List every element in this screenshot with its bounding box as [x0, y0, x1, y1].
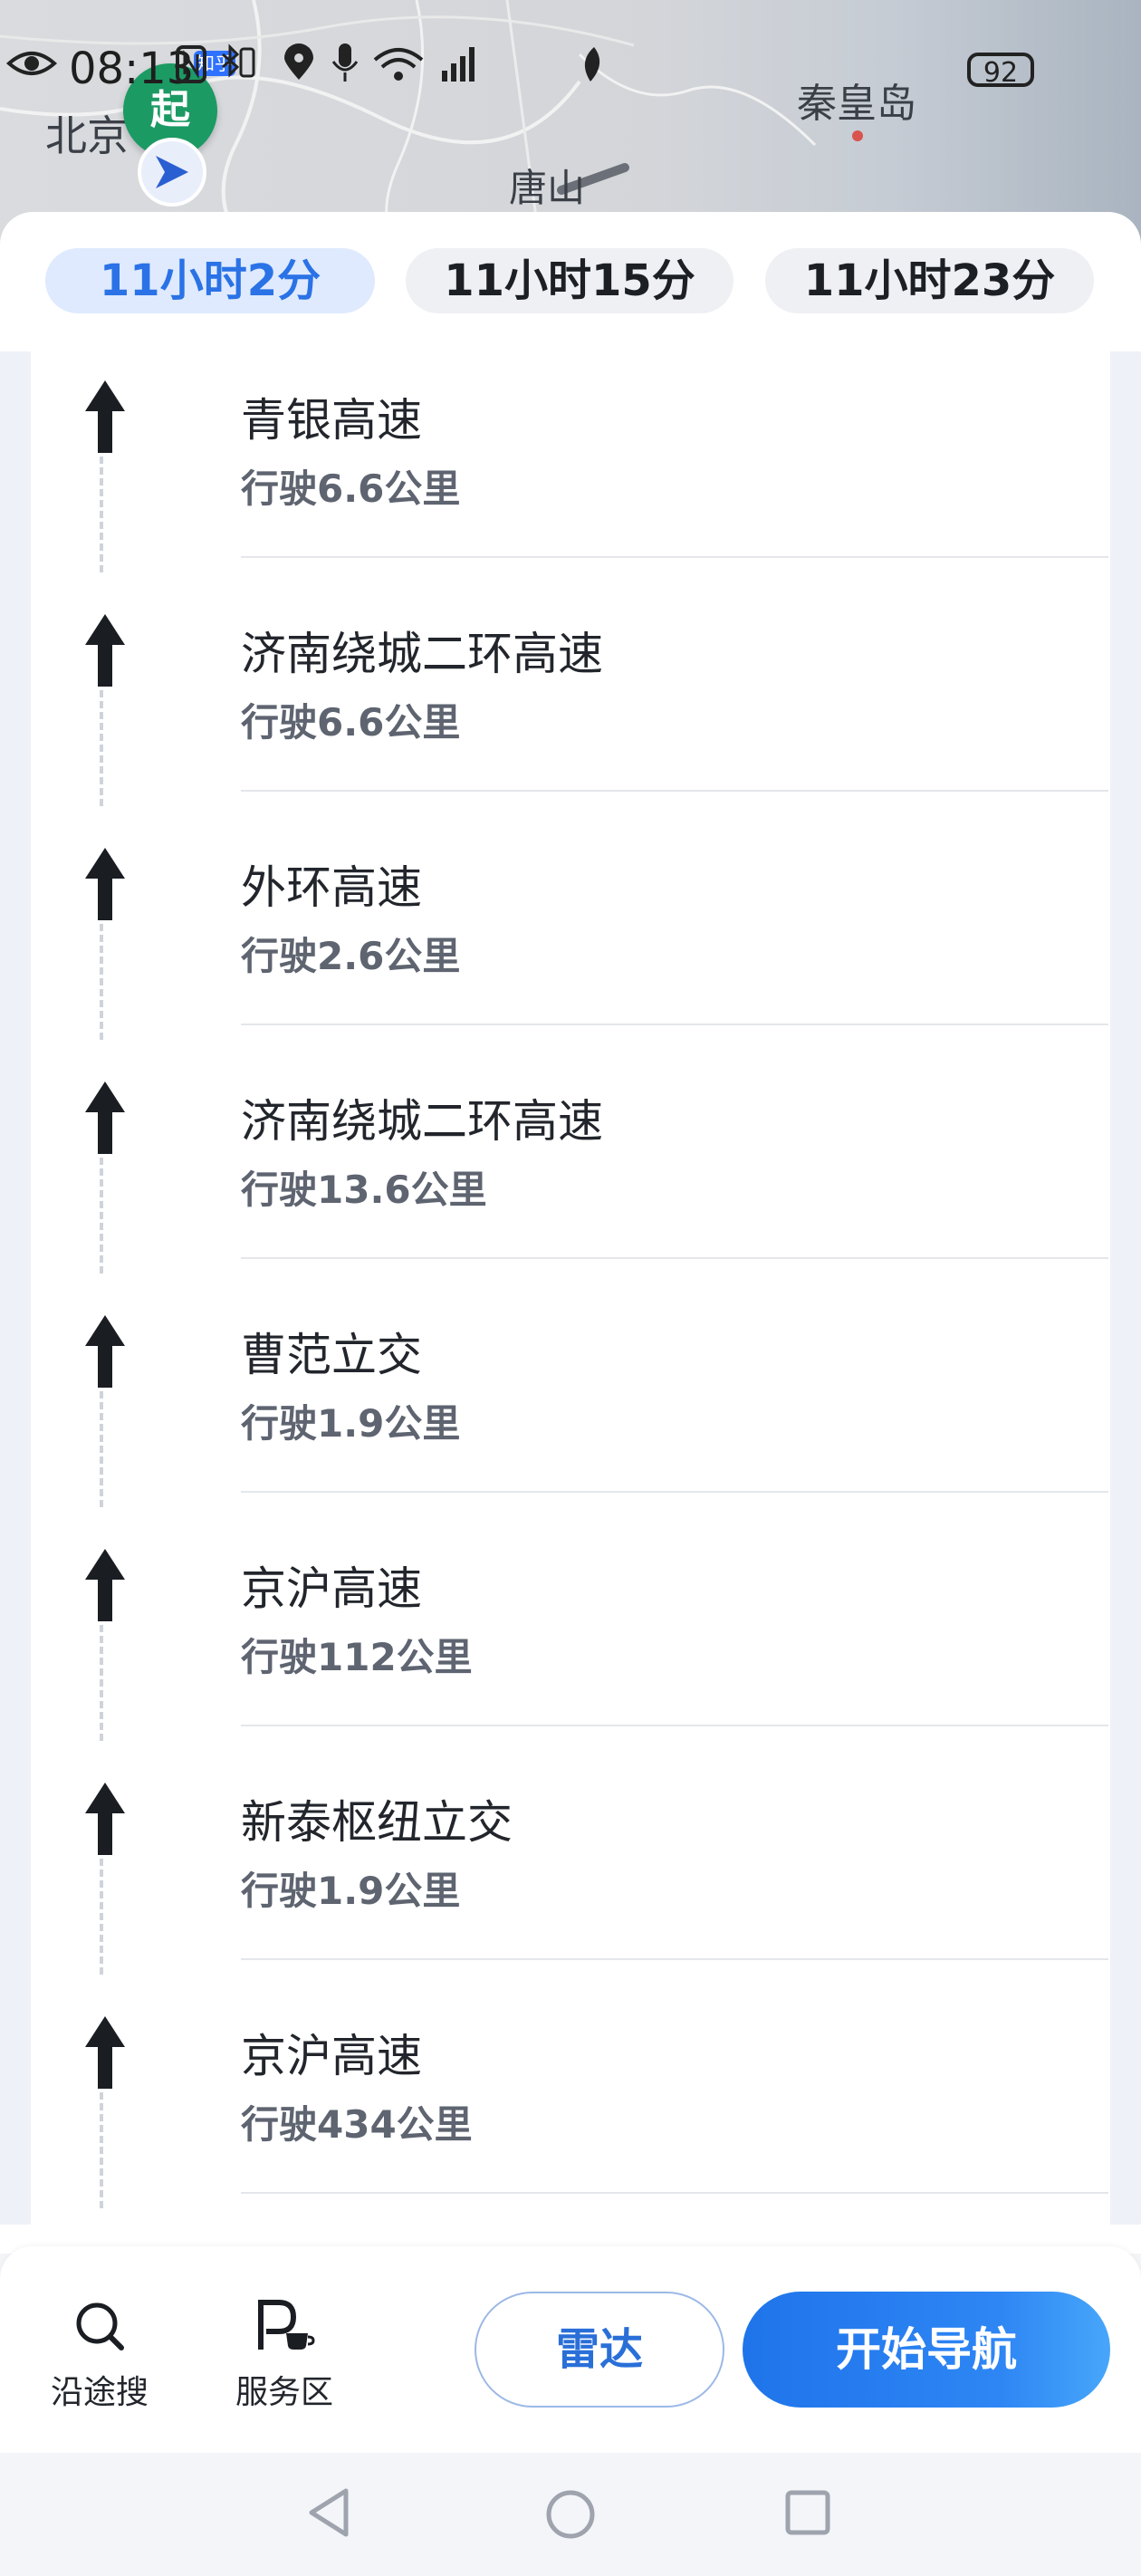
step-divider — [241, 1491, 1108, 1493]
route-tab-3[interactable]: 11小时23分 — [765, 248, 1094, 313]
step-divider — [241, 1958, 1108, 1960]
radar-button[interactable]: 雷达 — [475, 2292, 724, 2408]
battery-indicator: 92 — [967, 53, 1034, 89]
step-road-name: 京沪高速 — [241, 1562, 422, 1615]
route-connector — [100, 690, 103, 806]
map-label-beijing: 北京 — [45, 111, 129, 160]
step-distance: 行驶13.6公里 — [241, 1168, 487, 1212]
step-distance: 行驶1.9公里 — [241, 1401, 461, 1446]
bluetooth-icon — [222, 43, 255, 78]
step-distance: 行驶434公里 — [241, 2102, 473, 2147]
step-road-name: 济南绕城二环高速 — [241, 628, 603, 680]
eye-icon — [5, 52, 58, 75]
step-distance: 行驶112公里 — [241, 1635, 473, 1679]
route-step[interactable]: 外环高速 行驶2.6公里 — [31, 819, 1110, 1053]
route-connector — [100, 1391, 103, 1507]
system-nav-bar — [0, 2453, 1141, 2576]
straight-arrow-icon — [85, 380, 125, 453]
nfc-icon — [176, 45, 206, 83]
step-divider — [241, 1257, 1108, 1259]
route-step[interactable]: 济南绕城二环高速 行驶6.6公里 — [31, 585, 1110, 819]
step-divider — [241, 1725, 1108, 1726]
step-distance: 行驶1.9公里 — [241, 1869, 461, 1913]
route-step[interactable]: 青银高速 行驶6.6公里 — [31, 351, 1110, 585]
straight-arrow-icon — [85, 1315, 125, 1388]
step-road-name: 京沪高速 — [241, 2030, 422, 2082]
route-step[interactable]: 京沪高速 行驶434公里 — [31, 1987, 1110, 2221]
route-connector — [100, 457, 103, 572]
straight-arrow-icon — [85, 1783, 125, 1855]
start-navigation-button[interactable]: 开始导航 — [743, 2292, 1110, 2408]
leaf-icon — [584, 47, 600, 82]
route-connector — [100, 2092, 103, 2208]
route-connector — [100, 1859, 103, 1975]
step-divider — [241, 790, 1108, 792]
route-tab-1[interactable]: 11小时2分 — [45, 248, 375, 313]
back-icon[interactable] — [304, 2485, 355, 2540]
step-road-name: 新泰枢纽立交 — [241, 1796, 513, 1849]
route-connector — [100, 1625, 103, 1741]
step-road-name: 济南绕城二环高速 — [241, 1095, 603, 1148]
route-step[interactable]: 京沪高速 行驶112公里 — [31, 1520, 1110, 1754]
recents-icon[interactable] — [784, 2489, 831, 2536]
step-road-name: 外环高速 — [241, 861, 422, 914]
signal-icon — [442, 47, 475, 82]
route-step[interactable]: 济南绕城二环高速 行驶13.6公里 — [31, 1053, 1110, 1286]
straight-arrow-icon — [85, 1081, 125, 1154]
route-steps-list[interactable]: 青银高速 行驶6.6公里 济南绕城二环高速 行驶6.6公里 外环高速 行驶2.6… — [31, 351, 1110, 2225]
status-icons — [5, 43, 600, 83]
search-along-route-label: 沿途搜 — [50, 2374, 149, 2411]
step-divider — [241, 2192, 1108, 2194]
service-area-button[interactable]: 服务区 — [221, 2290, 348, 2417]
service-area-label: 服务区 — [235, 2374, 333, 2411]
service-area-icon — [258, 2300, 315, 2350]
wifi-icon — [373, 48, 424, 81]
status-bar: 08:13 知乎 92 — [0, 36, 1141, 109]
step-road-name: 青银高速 — [241, 394, 422, 447]
straight-arrow-icon — [85, 614, 125, 687]
step-road-name: 曹范立交 — [241, 1329, 422, 1381]
straight-arrow-icon — [85, 2016, 125, 2089]
route-tab-2[interactable]: 11小时15分 — [406, 248, 734, 313]
straight-arrow-icon — [85, 848, 125, 920]
home-icon[interactable] — [543, 2487, 598, 2542]
step-distance: 行驶6.6公里 — [241, 466, 461, 511]
step-divider — [241, 1024, 1108, 1025]
microphone-icon — [331, 43, 359, 82]
step-distance: 行驶6.6公里 — [241, 700, 461, 745]
search-along-route-button[interactable]: 沿途搜 — [36, 2290, 163, 2417]
current-location-icon — [138, 138, 206, 207]
step-divider — [241, 556, 1108, 558]
route-action-bar: 沿途搜 服务区 雷达 开始导航 — [0, 2246, 1141, 2453]
route-step[interactable]: 新泰枢纽立交 行驶1.9公里 — [31, 1754, 1110, 1987]
map-label-tangshan: 唐山 — [509, 166, 586, 210]
route-connector — [100, 1158, 103, 1274]
location-icon — [284, 43, 313, 80]
straight-arrow-icon — [85, 1549, 125, 1621]
search-icon — [76, 2302, 124, 2350]
route-step[interactable]: 曹范立交 行驶1.9公里 — [31, 1286, 1110, 1520]
route-tabs: 11小时2分 11小时15分 11小时23分 — [45, 248, 1096, 313]
step-distance: 行驶2.6公里 — [241, 934, 461, 978]
route-connector — [100, 924, 103, 1040]
